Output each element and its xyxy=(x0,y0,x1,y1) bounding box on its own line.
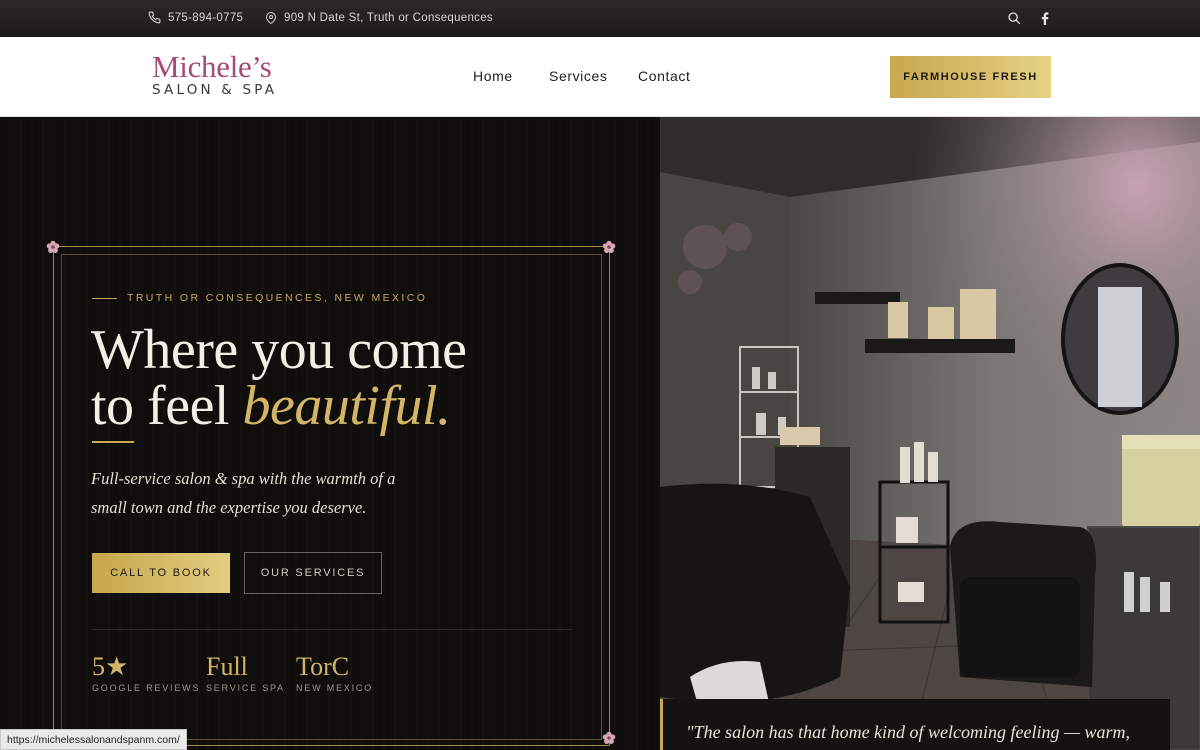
testimonial-quote: "The salon has that home kind of welcomi… xyxy=(686,722,1131,742)
utility-bar: 575-894-0775 909 N Date St, Truth or Con… xyxy=(0,0,1200,37)
call-to-book-button[interactable]: CALL TO BOOK xyxy=(92,553,230,593)
logo-name: Michele’s xyxy=(152,49,272,84)
map-pin-icon xyxy=(265,11,277,25)
hero-eyebrow: TRUTH OR CONSEQUENCES, NEW MEXICO xyxy=(92,292,427,304)
headline-line-1: Where you come xyxy=(91,319,467,381)
search-icon[interactable] xyxy=(1006,10,1022,26)
stat-value: TorC xyxy=(296,652,350,681)
facebook-icon[interactable] xyxy=(1037,10,1053,26)
salon-room-illustration xyxy=(660,117,1200,750)
address-link[interactable]: 909 N Date St, Truth or Consequences xyxy=(265,11,493,25)
browser-status-url: https://michelessalonandspanm.com/ xyxy=(0,729,187,750)
nav-contact[interactable]: Contact xyxy=(638,68,690,84)
nav-services[interactable]: Services xyxy=(549,68,607,84)
flower-ornament-icon xyxy=(602,240,616,253)
stats-divider xyxy=(92,629,572,630)
phone-link[interactable]: 575-894-0775 xyxy=(148,11,243,24)
our-services-button[interactable]: OUR SERVICES xyxy=(244,552,382,594)
stat-value: 5★ xyxy=(92,652,129,681)
stat-service: Full SERVICE SPA xyxy=(206,652,285,693)
nav-home[interactable]: Home xyxy=(473,68,513,84)
hero-lede: Full-service salon & spa with the warmth… xyxy=(91,469,396,517)
flower-ornament-icon xyxy=(602,731,616,744)
stat-label: GOOGLE REVIEWS xyxy=(92,683,201,693)
logo[interactable]: Michele’s SALON & SPA xyxy=(152,49,278,99)
headline-accent: beautiful. xyxy=(242,375,451,437)
eyebrow-line xyxy=(92,297,117,299)
phone-number: 575-894-0775 xyxy=(168,11,244,24)
stat-reviews: 5★ GOOGLE REVIEWS xyxy=(92,652,200,693)
stat-label: NEW MEXICO xyxy=(296,683,374,693)
phone-icon xyxy=(148,11,161,24)
eyebrow-text: TRUTH OR CONSEQUENCES, NEW MEXICO xyxy=(127,292,428,304)
logo-subtitle: SALON & SPA xyxy=(152,82,278,98)
headline-line-2: to feel beautiful. xyxy=(91,378,466,434)
stat-value: Full xyxy=(206,652,248,681)
headline-rule xyxy=(92,441,134,443)
stat-location: TorC NEW MEXICO xyxy=(296,652,373,693)
address-text: 909 N Date St, Truth or Consequences xyxy=(284,12,493,24)
site-header: Michele’s SALON & SPA Home Services Cont… xyxy=(0,37,1200,117)
headline-plain: to feel xyxy=(91,375,229,437)
farmhouse-fresh-button[interactable]: FARMHOUSE FRESH xyxy=(890,56,1051,98)
flower-ornament-icon xyxy=(46,240,60,253)
salon-room-photo xyxy=(660,117,1200,750)
hero-headline: Where you come to feel beautiful. xyxy=(91,319,467,434)
stat-label: SERVICE SPA xyxy=(206,683,285,693)
